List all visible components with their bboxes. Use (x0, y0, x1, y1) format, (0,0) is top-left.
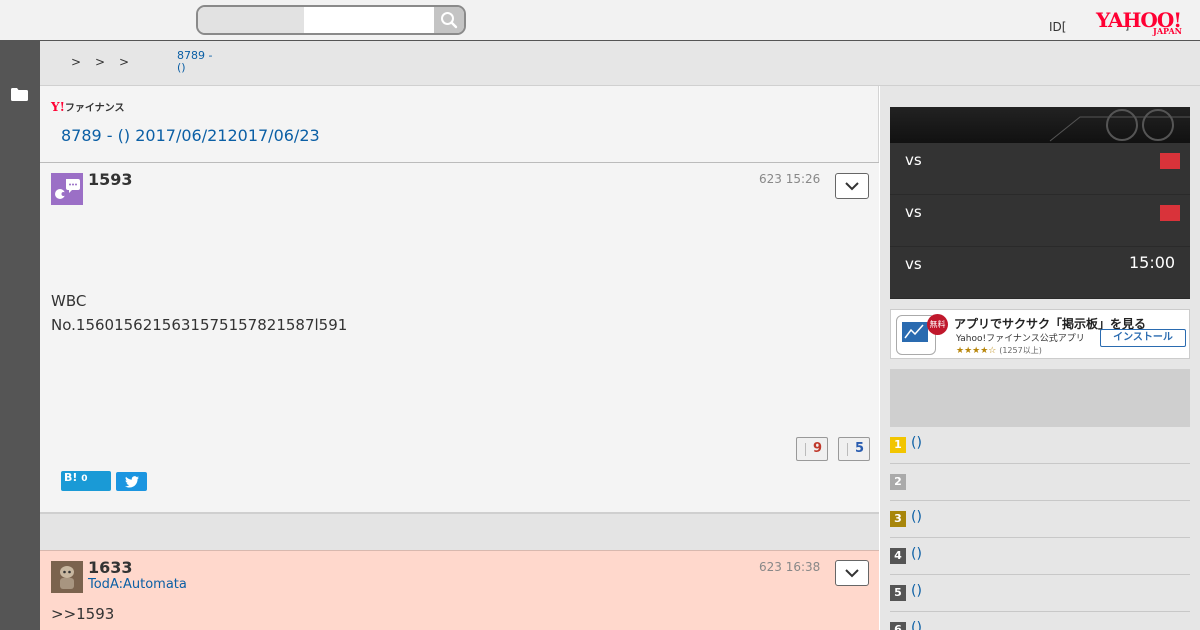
ad-placeholder (890, 369, 1190, 427)
app-install-banner[interactable]: 無料 アプリでサクサク「掲示板」を見る Yahoo!ファイナンス公式アプリ ★★… (890, 309, 1190, 359)
hatena-count: 0 (81, 474, 88, 484)
ranking-item[interactable]: 3 () (890, 501, 1190, 538)
post-body-line: WBC (51, 292, 87, 310)
breadcrumb: > > > 8789 - () (40, 41, 1200, 86)
breadcrumb-separator: > (95, 55, 106, 69)
top-header: ID[ ] YAHOO! JAPAN (0, 0, 1200, 41)
right-sidebar: vs vs vs 15:00 無料 アプリでサクサク「掲示板」を見る Yahoo… (880, 86, 1200, 630)
ranking-link[interactable]: () (911, 620, 922, 630)
score-start-time: 15:00 (1129, 253, 1176, 272)
rating-count: (1257以上) (999, 346, 1042, 355)
post-divider (40, 514, 879, 550)
post-reply-anchor[interactable]: >>1593 (51, 605, 114, 623)
folder-icon[interactable] (11, 88, 28, 101)
score-vs: vs (905, 255, 922, 273)
breadcrumb-separator: > (71, 55, 82, 69)
ranking-link[interactable]: () (911, 583, 922, 599)
twitter-icon (124, 475, 139, 488)
rank-badge: 1 (890, 437, 906, 453)
search-icon (441, 12, 458, 29)
board-title[interactable]: 8789 - () 2017/06/212017/06/23 (61, 126, 320, 145)
dislike-button[interactable]: 5 (838, 437, 870, 461)
dislike-count: 5 (854, 441, 864, 456)
search-box (196, 5, 466, 35)
post-body: WBC No.1560156215631575157821587l591 (51, 289, 347, 337)
post-timestamp: 623 16:38 (759, 560, 821, 574)
baseball-score-panel[interactable]: vs vs vs 15:00 (890, 107, 1190, 299)
avatar[interactable] (51, 561, 83, 593)
search-input[interactable] (304, 7, 434, 33)
id-link[interactable]: ID[ (1049, 20, 1066, 34)
ranking-item[interactable]: 5 () (890, 575, 1190, 612)
post-number[interactable]: 1633 (88, 558, 133, 577)
left-rail (0, 41, 40, 630)
score-panel-header (890, 107, 1190, 143)
app-banner-subtitle: Yahoo!ファイナンス公式アプリ (956, 334, 1085, 344)
rank-badge: 6 (890, 622, 906, 630)
hatena-bookmark-button[interactable]: B! 0 (61, 471, 111, 491)
app-rating: ★★★★☆ (1257以上) (956, 345, 1042, 356)
like-count: 9 (812, 441, 822, 456)
finance-logo[interactable]: Y!ファイナンス (51, 99, 124, 114)
finance-logo-mark: Y! (51, 100, 65, 114)
ranking-item[interactable]: 4 () (890, 538, 1190, 575)
rating-stars: ★★★★☆ (956, 346, 997, 356)
ranking-link[interactable]: () (911, 435, 922, 451)
rank-badge: 4 (890, 548, 906, 564)
rank-badge: 3 (890, 511, 906, 527)
rank-badge: 5 (890, 585, 906, 601)
score-row[interactable]: vs (890, 143, 1190, 195)
post-menu-button[interactable] (835, 173, 869, 199)
post-username[interactable]: TodA:Automata (88, 577, 187, 592)
live-flag-icon (1160, 205, 1180, 221)
ranking-item[interactable]: 2 (890, 464, 1190, 501)
post-number[interactable]: 1593 (88, 170, 133, 189)
ranking-item[interactable]: 1 () (890, 427, 1190, 464)
score-row[interactable]: vs (890, 195, 1190, 247)
breadcrumb-current-line2: () (177, 61, 186, 74)
install-button[interactable]: インストール (1100, 329, 1186, 347)
post-menu-button[interactable] (835, 560, 869, 586)
score-vs: vs (905, 151, 922, 169)
score-row[interactable]: vs 15:00 (890, 247, 1190, 299)
search-button[interactable] (434, 7, 464, 33)
robot-avatar-icon (51, 561, 83, 593)
post-timestamp: 623 15:26 (759, 172, 821, 186)
breadcrumb-current[interactable]: 8789 - () (177, 50, 237, 74)
hatena-label: B! (64, 471, 78, 484)
main-content: Y!ファイナンス 8789 - () 2017/06/212017/06/23 … (40, 86, 879, 630)
chevron-down-icon (845, 569, 859, 578)
post-card: 1593 623 15:26 WBC No.156015621563157515… (40, 162, 879, 514)
like-button[interactable]: 9 (796, 437, 828, 461)
ranking-link[interactable]: () (911, 546, 922, 562)
twitter-share-button[interactable] (116, 472, 147, 491)
rank-badge: 2 (890, 474, 906, 490)
post-card-highlighted: 1633 TodA:Automata 623 16:38 >>1593 (40, 550, 879, 630)
search-category-select[interactable] (198, 7, 304, 33)
speech-bubble-icon (55, 179, 80, 199)
chevron-down-icon (845, 182, 859, 191)
baseball-icon (1049, 109, 1190, 142)
live-flag-icon (1160, 153, 1180, 169)
score-vs: vs (905, 203, 922, 221)
ranking-link[interactable]: () (911, 509, 922, 525)
logo-subtext: JAPAN (1153, 26, 1182, 36)
yahoo-japan-logo[interactable]: YAHOO! JAPAN (1096, 9, 1188, 37)
avatar[interactable] (51, 173, 83, 205)
breadcrumb-separator: > (119, 55, 130, 69)
finance-logo-text: ファイナンス (64, 103, 125, 114)
post-body-line: No.1560156215631575157821587l591 (51, 316, 348, 334)
ranking-item[interactable]: 6 () (890, 612, 1190, 630)
free-badge: 無料 (927, 314, 948, 335)
breadcrumb-current-line1: 8789 - (177, 49, 213, 62)
